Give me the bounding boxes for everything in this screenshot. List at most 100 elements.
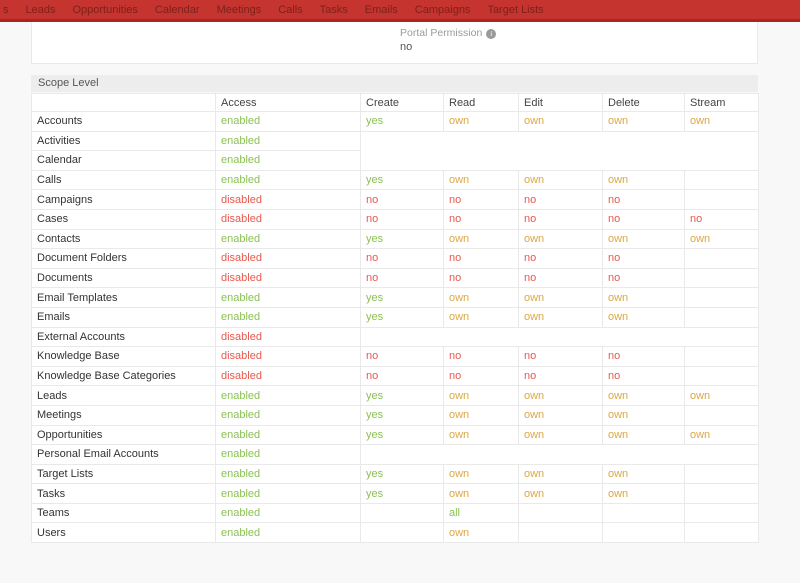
delete-value: own: [603, 307, 685, 327]
portal-permission-value: no: [400, 42, 757, 53]
create-value: yes: [361, 405, 444, 425]
access-value: enabled: [216, 523, 361, 543]
row-label: Email Templates: [32, 288, 216, 308]
row-label: Target Lists: [32, 464, 216, 484]
stream-value: no: [685, 209, 759, 229]
stream-value: [685, 347, 759, 367]
row-label: Personal Email Accounts: [32, 445, 216, 465]
scope-table-head-row: AccessCreateReadEditDeleteStream: [32, 94, 759, 112]
empty-cell: [361, 327, 759, 347]
column-header-access: Access: [216, 94, 361, 112]
nav-item-tasks[interactable]: Tasks: [320, 4, 348, 16]
create-value: yes: [361, 170, 444, 190]
access-value: disabled: [216, 268, 361, 288]
edit-value: [519, 503, 603, 523]
edit-value: own: [519, 405, 603, 425]
read-value: own: [444, 386, 519, 406]
scope-level-section: Scope Level AccessCreateReadEditDeleteSt…: [31, 75, 758, 543]
column-header-stream: Stream: [685, 94, 759, 112]
delete-value: own: [603, 386, 685, 406]
table-row: Personal Email Accountsenabled: [32, 445, 759, 465]
delete-value: own: [603, 405, 685, 425]
read-value: own: [444, 523, 519, 543]
stream-value: own: [685, 112, 759, 132]
column-header-delete: Delete: [603, 94, 685, 112]
create-value: yes: [361, 307, 444, 327]
access-value: enabled: [216, 288, 361, 308]
delete-value: own: [603, 464, 685, 484]
stream-value: [685, 170, 759, 190]
edit-value: own: [519, 112, 603, 132]
read-value: no: [444, 366, 519, 386]
table-row: Opportunitiesenabledyesownownownown: [32, 425, 759, 445]
portal-permission-field: Portal Permission i no: [32, 22, 757, 53]
edit-value: own: [519, 484, 603, 504]
edit-value: own: [519, 170, 603, 190]
edit-value: own: [519, 464, 603, 484]
stream-value: [685, 464, 759, 484]
row-label: Meetings: [32, 405, 216, 425]
nav-item-meetings[interactable]: Meetings: [217, 4, 262, 16]
delete-value: own: [603, 484, 685, 504]
read-value: own: [444, 405, 519, 425]
nav-item-emails[interactable]: Emails: [365, 4, 398, 16]
access-value: enabled: [216, 307, 361, 327]
access-value: enabled: [216, 386, 361, 406]
access-value: enabled: [216, 151, 361, 171]
row-label: Leads: [32, 386, 216, 406]
nav-item-calls[interactable]: Calls: [278, 4, 302, 16]
read-value: own: [444, 425, 519, 445]
nav-item-calendar[interactable]: Calendar: [155, 4, 200, 16]
info-icon[interactable]: i: [486, 29, 496, 39]
edit-value: own: [519, 425, 603, 445]
nav-item-leads[interactable]: Leads: [26, 4, 56, 16]
table-row: Emailsenabledyesownownown: [32, 307, 759, 327]
row-label: Campaigns: [32, 190, 216, 210]
empty-cell: [361, 131, 759, 151]
column-header-read: Read: [444, 94, 519, 112]
access-value: disabled: [216, 327, 361, 347]
read-value: own: [444, 484, 519, 504]
access-value: enabled: [216, 445, 361, 465]
stream-value: [685, 249, 759, 269]
access-value: enabled: [216, 484, 361, 504]
column-header-edit: Edit: [519, 94, 603, 112]
stream-value: [685, 307, 759, 327]
edit-value: no: [519, 268, 603, 288]
access-value: enabled: [216, 464, 361, 484]
delete-value: own: [603, 425, 685, 445]
create-value: yes: [361, 484, 444, 504]
table-row: Meetingsenabledyesownownown: [32, 405, 759, 425]
nav-item-target-lists[interactable]: Target Lists: [487, 4, 543, 16]
stream-value: [685, 503, 759, 523]
table-row: External Accountsdisabled: [32, 327, 759, 347]
access-value: enabled: [216, 425, 361, 445]
stream-value: [685, 366, 759, 386]
portal-permission-label-text: Portal Permission: [400, 28, 482, 39]
row-label: Teams: [32, 503, 216, 523]
stream-value: [685, 523, 759, 543]
row-label: Emails: [32, 307, 216, 327]
table-row: Calendarenabled: [32, 151, 759, 171]
stream-value: own: [685, 229, 759, 249]
create-value: yes: [361, 425, 444, 445]
nav-item-opportunities[interactable]: Opportunities: [72, 4, 137, 16]
stream-value: own: [685, 425, 759, 445]
edit-value: no: [519, 209, 603, 229]
read-value: own: [444, 229, 519, 249]
nav-item-s[interactable]: s: [3, 4, 9, 16]
table-row: Documentsdisablednononono: [32, 268, 759, 288]
edit-value: own: [519, 307, 603, 327]
scope-table-body: AccountsenabledyesownownownownActivities…: [32, 112, 759, 543]
create-value: [361, 503, 444, 523]
delete-value: no: [603, 268, 685, 288]
access-value: disabled: [216, 190, 361, 210]
row-label: Users: [32, 523, 216, 543]
access-value: disabled: [216, 209, 361, 229]
read-value: no: [444, 268, 519, 288]
row-label: Document Folders: [32, 249, 216, 269]
portal-permission-panel: Portal Permission i no: [31, 22, 758, 64]
nav-item-campaigns[interactable]: Campaigns: [415, 4, 471, 16]
table-row: Leadsenabledyesownownownown: [32, 386, 759, 406]
read-value: no: [444, 249, 519, 269]
